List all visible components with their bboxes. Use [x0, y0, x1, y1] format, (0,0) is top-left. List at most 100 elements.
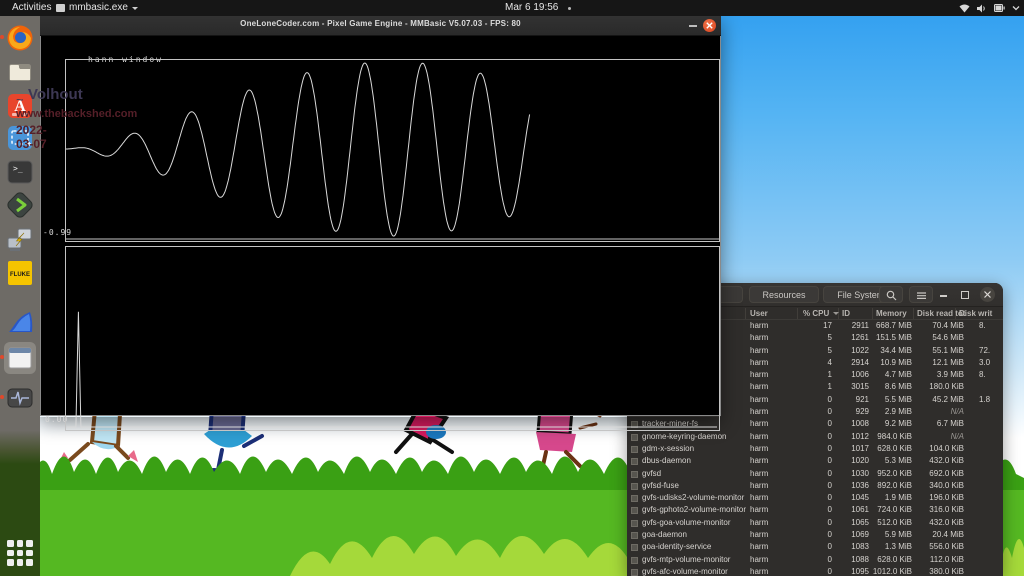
process-cpu: 5: [797, 332, 832, 344]
waveform-panel: [65, 59, 720, 242]
dock-item-terminal[interactable]: >_: [4, 156, 36, 188]
dock-item-files[interactable]: [4, 56, 36, 88]
volume-icon: [977, 4, 987, 13]
terminal-icon: >_: [6, 158, 34, 186]
process-user: harm: [750, 431, 768, 443]
process-name: gdm-x-session: [642, 443, 746, 455]
column-cpu[interactable]: % CPU: [803, 309, 829, 318]
search-icon[interactable]: [879, 286, 903, 303]
process-cpu: 0: [797, 566, 832, 576]
process-user: harm: [750, 394, 768, 406]
spectrum-panel: [65, 246, 720, 431]
mmbasic-canvas: hann window -0.99 0.00: [40, 36, 721, 416]
process-name: gvfs-gphoto2-volume-monitor: [642, 504, 746, 516]
process-disk-read: 380.0 KiB: [894, 566, 964, 576]
process-cpu: 0: [797, 394, 832, 406]
process-name: gvfs-goa-volume-monitor: [642, 517, 746, 529]
process-disk-read: 45.2 MiB: [894, 394, 964, 406]
process-user: harm: [750, 381, 768, 393]
process-icon: [631, 569, 638, 576]
screenshot-icon: [6, 124, 34, 152]
process-user: harm: [750, 406, 768, 418]
mmbasic-window-title: OneLoneCoder.com - Pixel Game Engine - M…: [40, 19, 721, 28]
process-cpu: 0: [797, 554, 832, 566]
files-icon: [6, 58, 34, 86]
screen: Processes Resources File Systems User % …: [0, 0, 1024, 576]
column-id[interactable]: ID: [842, 309, 850, 318]
show-applications-button[interactable]: [7, 540, 33, 566]
column-memory[interactable]: Memory: [876, 309, 907, 318]
dock-item-mmbasic-app[interactable]: [4, 342, 36, 374]
process-user: harm: [750, 443, 768, 455]
dock-item-wireshark[interactable]: [4, 306, 36, 338]
dock-item-green-chevron-app[interactable]: [4, 189, 36, 221]
minimize-button[interactable]: [940, 295, 947, 297]
process-user: harm: [750, 418, 768, 430]
table-row[interactable]: gvfs-goa-volume-monitorharm01065512.0 Ki…: [627, 517, 1003, 529]
clock[interactable]: Mar 6 19:56: [505, 1, 558, 15]
process-user: harm: [750, 320, 768, 332]
process-disk-write: 72.: [979, 345, 1003, 357]
process-icon: [631, 520, 638, 527]
maximize-button[interactable]: [961, 291, 969, 299]
mmbasic-titlebar[interactable]: OneLoneCoder.com - Pixel Game Engine - M…: [40, 16, 721, 36]
dock-item-firefox[interactable]: [4, 22, 36, 54]
minimize-button[interactable]: [689, 25, 697, 27]
process-disk-read: 432.0 KiB: [894, 517, 964, 529]
dock-item-fluke[interactable]: FLUKE: [4, 257, 36, 289]
close-button[interactable]: [980, 287, 995, 302]
table-row[interactable]: gvfs-gphoto2-volume-monitorharm01061724.…: [627, 504, 1003, 516]
process-icon: [631, 458, 638, 465]
table-row[interactable]: gnome-keyring-daemonharm01012984.0 KiBN/…: [627, 431, 1003, 443]
process-disk-read: N/A: [894, 406, 964, 418]
system-status-area[interactable]: [959, 0, 1020, 16]
close-button[interactable]: [703, 19, 716, 32]
menu-icon[interactable]: [909, 286, 933, 303]
column-user[interactable]: User: [750, 309, 768, 318]
process-cpu: 17: [797, 320, 832, 332]
fluke-icon: FLUKE: [6, 259, 34, 287]
process-cpu: 0: [797, 492, 832, 504]
table-row[interactable]: gvfsdharm01030952.0 KiB692.0 KiB: [627, 468, 1003, 480]
process-name: gvfsd: [642, 468, 746, 480]
svg-text:A: A: [14, 98, 26, 115]
table-row[interactable]: gvfs-mtp-volume-monitorharm01088628.0 Ki…: [627, 554, 1003, 566]
table-row[interactable]: dbus-daemonharm010205.3 MiB432.0 KiB: [627, 455, 1003, 467]
table-row[interactable]: goa-identity-serviceharm010831.3 MiB556.…: [627, 541, 1003, 553]
process-disk-read: 70.4 MiB: [894, 320, 964, 332]
table-row[interactable]: gvfs-udisks2-volume-monitorharm010451.9 …: [627, 492, 1003, 504]
tab-resources[interactable]: Resources: [749, 286, 819, 303]
process-cpu: 0: [797, 541, 832, 553]
process-name: dbus-daemon: [642, 455, 746, 467]
table-row[interactable]: gvfsd-fuseharm01036892.0 KiB340.0 KiB: [627, 480, 1003, 492]
process-cpu: 1: [797, 381, 832, 393]
focused-app-menu[interactable]: mmbasic.exe: [56, 1, 138, 15]
battery-icon: [994, 4, 1005, 12]
process-icon: [631, 507, 638, 514]
table-row[interactable]: gdm-x-sessionharm01017628.0 KiB104.0 KiB: [627, 443, 1003, 455]
table-row[interactable]: goa-daemonharm010695.9 MiB20.4 MiB: [627, 529, 1003, 541]
process-cpu: 4: [797, 357, 832, 369]
wifi-icon: [959, 4, 970, 13]
dock-item-text-editor[interactable]: A: [4, 90, 36, 122]
activities-button[interactable]: Activities: [8, 1, 55, 15]
process-disk-read: 316.0 KiB: [894, 504, 964, 516]
dock-item-remote-desktop[interactable]: [4, 223, 36, 255]
process-disk-read: 3.9 MiB: [894, 369, 964, 381]
dock-item-oscilloscope[interactable]: [4, 382, 36, 414]
dock-item-screenshot[interactable]: [4, 122, 36, 154]
process-name: gnome-keyring-daemon: [642, 431, 746, 443]
process-cpu: 0: [797, 406, 832, 418]
process-user: harm: [750, 554, 768, 566]
notification-dot: [568, 7, 571, 10]
column-disk-write[interactable]: Disk writ: [959, 309, 992, 318]
svg-text:>_: >_: [13, 164, 23, 173]
process-disk-write: 8.: [979, 369, 1003, 381]
top-bar: Activities mmbasic.exe Mar 6 19:56: [0, 0, 1024, 16]
table-row[interactable]: gvfs-afc-volume-monitorharm010951012.0 K…: [627, 566, 1003, 576]
process-cpu: 0: [797, 431, 832, 443]
chevron-down-icon: [132, 7, 138, 10]
process-icon: [631, 446, 638, 453]
process-user: harm: [750, 480, 768, 492]
process-name: goa-daemon: [642, 529, 746, 541]
